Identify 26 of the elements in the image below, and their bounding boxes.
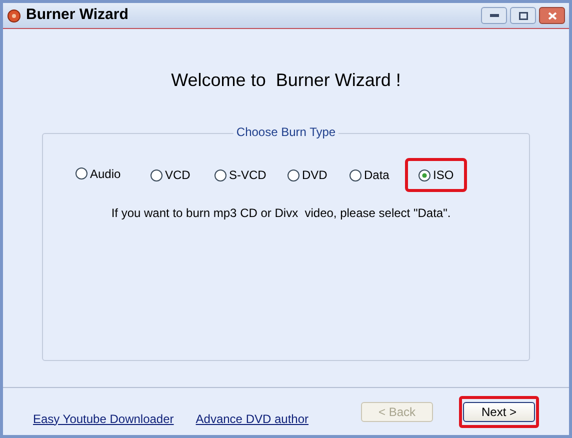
radio-option[interactable]: Data (349, 166, 390, 184)
radio-icon (75, 167, 88, 180)
group-title: Choose Burn Type (233, 126, 339, 138)
app-icon (7, 8, 21, 22)
maximize-button[interactable] (510, 7, 536, 24)
heading: Welcome to Burner Wizard ! (170, 69, 402, 91)
radio-icon (349, 168, 362, 182)
radio-icon (287, 168, 300, 182)
radio-option[interactable]: ISO (405, 158, 467, 192)
next-button[interactable]: Next > (463, 402, 535, 422)
link[interactable]: Easy Youtube Downloader (33, 410, 174, 428)
maximize-icon (518, 12, 528, 20)
minimize-button[interactable] (481, 7, 507, 24)
hint-text: If you want to burn mp3 CD or Divx video, please select "Data". (110, 205, 452, 222)
radio-icon (418, 168, 431, 182)
radio-option[interactable]: S-VCD (214, 166, 266, 184)
window-title: Burner Wizard (26, 5, 128, 26)
minimize-icon (490, 14, 498, 17)
radio-option[interactable]: DVD (287, 166, 328, 184)
close-button[interactable] (539, 7, 565, 24)
close-icon (548, 12, 556, 20)
radio-icon (150, 168, 163, 182)
radio-option[interactable]: VCD (150, 166, 190, 184)
radio-icon (214, 168, 227, 182)
radio-option[interactable]: Audio (75, 164, 121, 182)
link[interactable]: Advance DVD author (196, 410, 309, 428)
